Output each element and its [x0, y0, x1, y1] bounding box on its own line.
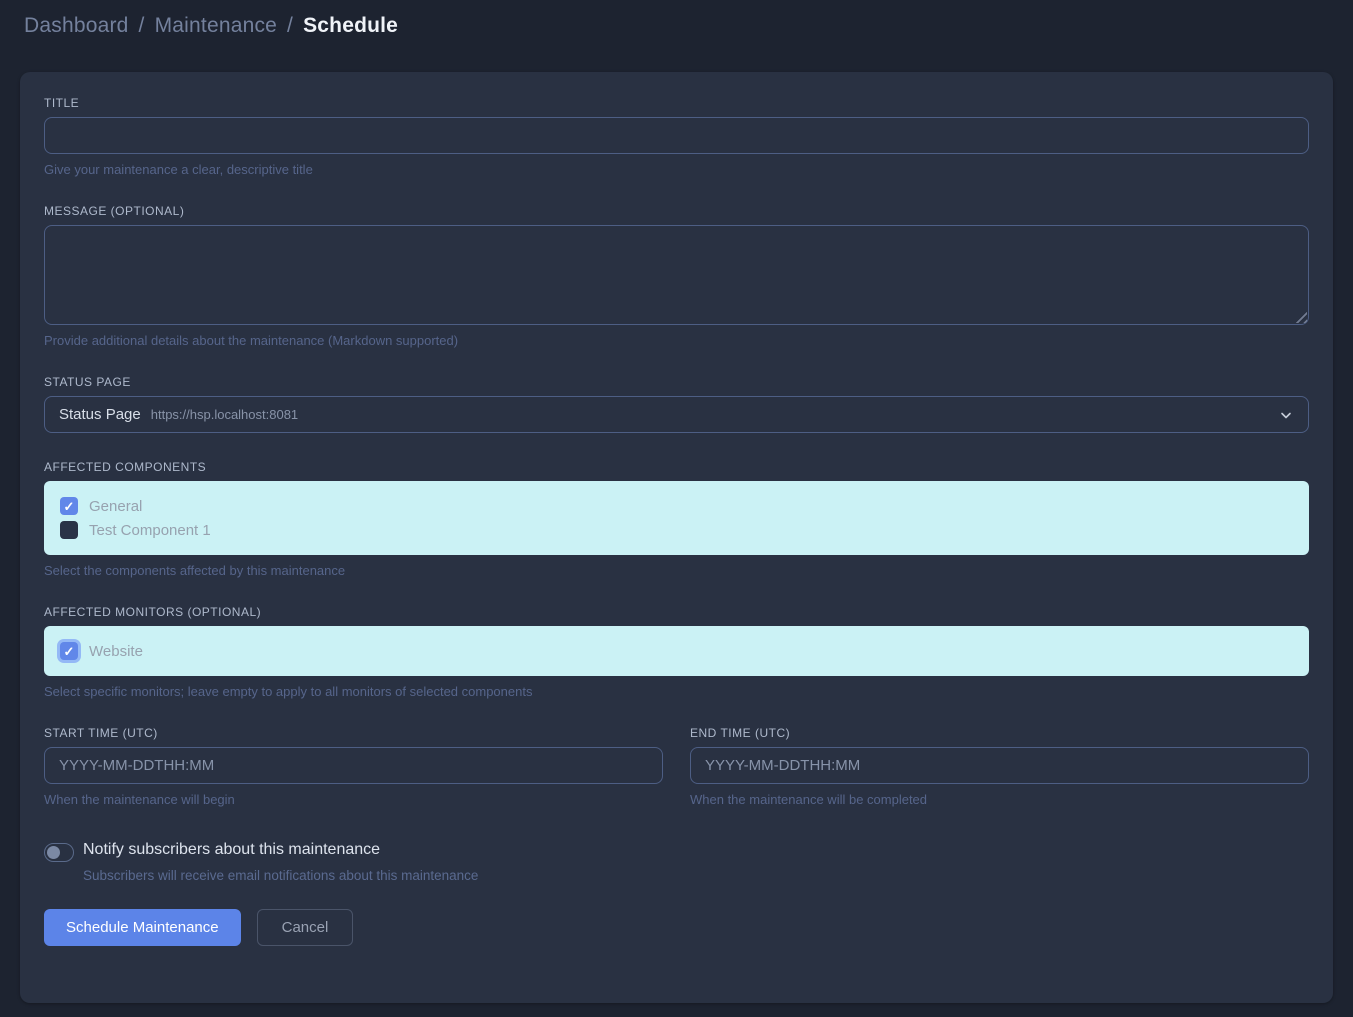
status-page-label: STATUS PAGE [44, 375, 1309, 389]
chevron-down-icon [1278, 407, 1294, 423]
check-icon: ✓ [64, 500, 75, 513]
notify-section: Notify subscribers about this maintenanc… [44, 841, 1309, 883]
notify-label[interactable]: Notify subscribers about this maintenanc… [83, 841, 380, 859]
affected-components-label: AFFECTED COMPONENTS [44, 460, 1309, 474]
affected-monitors-helper: Select specific monitors; leave empty to… [44, 684, 1309, 699]
schedule-maintenance-button[interactable]: Schedule Maintenance [44, 909, 241, 946]
start-time-label: START TIME (UTC) [44, 726, 663, 740]
status-page-selected-name: Status Page [59, 406, 141, 423]
component-option-general[interactable]: ✓ General [60, 494, 1293, 518]
breadcrumb-dashboard[interactable]: Dashboard [24, 14, 129, 38]
end-time-input[interactable] [690, 747, 1309, 784]
toggle-knob-icon [47, 846, 60, 859]
breadcrumb-maintenance[interactable]: Maintenance [155, 14, 277, 38]
affected-components-helper: Select the components affected by this m… [44, 563, 1309, 578]
breadcrumb: Dashboard / Maintenance / Schedule [0, 0, 1353, 72]
affected-components-group: AFFECTED COMPONENTS ✓ General ✓ Test Com… [44, 460, 1309, 578]
maintenance-schedule-page: Dashboard / Maintenance / Schedule TITLE… [0, 0, 1353, 1003]
start-time-input[interactable] [44, 747, 663, 784]
breadcrumb-separator: / [287, 14, 293, 38]
checkbox[interactable]: ✓ [60, 521, 78, 539]
end-time-helper: When the maintenance will be completed [690, 792, 1309, 807]
message-group: MESSAGE (OPTIONAL) Provide additional de… [44, 204, 1309, 348]
message-textarea[interactable] [44, 225, 1309, 325]
notify-helper: Subscribers will receive email notificat… [83, 868, 1309, 883]
title-helper: Give your maintenance a clear, descripti… [44, 162, 1309, 177]
checkbox[interactable]: ✓ [60, 497, 78, 515]
affected-monitors-label: AFFECTED MONITORS (OPTIONAL) [44, 605, 1309, 619]
component-option-test-component-1[interactable]: ✓ Test Component 1 [60, 518, 1293, 542]
message-helper: Provide additional details about the mai… [44, 333, 1309, 348]
notify-toggle[interactable] [44, 843, 74, 862]
checkbox[interactable]: ✓ [60, 642, 78, 660]
checkbox-label: General [89, 498, 142, 515]
status-page-group: STATUS PAGE Status Page https://hsp.loca… [44, 375, 1309, 433]
affected-monitors-panel: ✓ Website [44, 626, 1309, 676]
breadcrumb-current-schedule: Schedule [303, 14, 398, 38]
form-actions: Schedule Maintenance Cancel [44, 909, 1309, 946]
title-label: TITLE [44, 96, 1309, 110]
end-time-label: END TIME (UTC) [690, 726, 1309, 740]
monitor-option-website[interactable]: ✓ Website [60, 639, 1293, 663]
affected-components-panel: ✓ General ✓ Test Component 1 [44, 481, 1309, 555]
message-label: MESSAGE (OPTIONAL) [44, 204, 1309, 218]
time-row: START TIME (UTC) When the maintenance wi… [44, 726, 1309, 807]
checkbox-label: Website [89, 643, 143, 660]
start-time-group: START TIME (UTC) When the maintenance wi… [44, 726, 663, 807]
message-textarea-wrap [44, 225, 1309, 325]
affected-monitors-group: AFFECTED MONITORS (OPTIONAL) ✓ Website S… [44, 605, 1309, 699]
check-icon: ✓ [64, 645, 75, 658]
status-page-select[interactable]: Status Page https://hsp.localhost:8081 [44, 396, 1309, 433]
title-input[interactable] [44, 117, 1309, 154]
title-group: TITLE Give your maintenance a clear, des… [44, 96, 1309, 177]
breadcrumb-separator: / [139, 14, 145, 38]
cancel-button[interactable]: Cancel [257, 909, 354, 946]
schedule-maintenance-form-card: TITLE Give your maintenance a clear, des… [20, 72, 1333, 1003]
end-time-group: END TIME (UTC) When the maintenance will… [690, 726, 1309, 807]
start-time-helper: When the maintenance will begin [44, 792, 663, 807]
status-page-selected-url: https://hsp.localhost:8081 [151, 407, 298, 422]
checkbox-label: Test Component 1 [89, 522, 211, 539]
notify-row: Notify subscribers about this maintenanc… [44, 841, 1309, 862]
